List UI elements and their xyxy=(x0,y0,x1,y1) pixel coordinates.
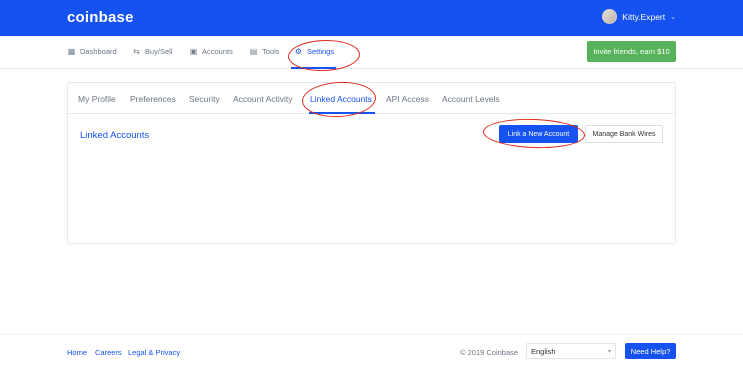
briefcase-icon: ▤ xyxy=(249,47,258,56)
footer-link-home[interactable]: Home xyxy=(67,348,87,357)
nav-accounts[interactable]: ▣ Accounts xyxy=(189,47,233,56)
footer-link-legal-privacy[interactable]: Legal & Privacy xyxy=(128,348,180,357)
language-select[interactable]: English ▾ xyxy=(526,343,616,359)
coinbase-logo[interactable]: coinbase xyxy=(67,9,134,26)
gear-icon: ⚙ xyxy=(294,47,303,56)
nav-tools[interactable]: ▤ Tools xyxy=(249,47,280,56)
top-bar: coinbase Kitty.Expert ⌄ xyxy=(0,0,743,36)
nav-settings-label: Settings xyxy=(307,47,335,56)
swap-icon: ⇆ xyxy=(133,47,140,56)
username[interactable]: Kitty.Expert xyxy=(622,12,665,22)
dashboard-icon: ▦ xyxy=(67,47,76,56)
footer-link-careers[interactable]: Careers xyxy=(95,348,122,357)
settings-tabs: My Profile Preferences Security Account … xyxy=(68,83,675,114)
tab-linked-accounts[interactable]: Linked Accounts xyxy=(310,94,372,104)
tab-security[interactable]: Security xyxy=(189,94,220,104)
settings-card: My Profile Preferences Security Account … xyxy=(67,82,676,244)
chevron-down-icon[interactable]: ⌄ xyxy=(670,13,676,21)
linked-accounts-list xyxy=(68,157,675,243)
tab-api-access[interactable]: API Access xyxy=(386,94,429,104)
nav-settings[interactable]: ⚙ Settings xyxy=(294,47,334,56)
tab-preferences[interactable]: Preferences xyxy=(130,94,176,104)
tab-account-activity[interactable]: Account Activity xyxy=(233,94,293,104)
wallet-icon: ▣ xyxy=(189,47,198,56)
invite-friends-button[interactable]: Invite friends, earn $10 xyxy=(587,41,676,62)
language-value: English xyxy=(531,346,556,356)
chevron-down-icon: ▾ xyxy=(607,348,611,355)
nav-accounts-label: Accounts xyxy=(202,47,233,56)
copyright: © 2019 Coinbase xyxy=(460,348,519,357)
manage-bank-wires-button[interactable]: Manage Bank Wires xyxy=(585,125,663,143)
need-help-button[interactable]: Need Help? xyxy=(625,343,676,359)
nav-tools-label: Tools xyxy=(262,47,280,56)
user-menu[interactable]: Kitty.Expert ⌄ xyxy=(602,9,676,24)
avatar[interactable] xyxy=(602,9,618,24)
nav-active-indicator xyxy=(291,67,336,69)
link-new-account-button[interactable]: Link a New Account xyxy=(499,125,578,143)
tab-my-profile[interactable]: My Profile xyxy=(78,94,116,104)
tab-active-indicator xyxy=(309,112,375,114)
footer: Home Careers Legal & Privacy © 2019 Coin… xyxy=(0,334,743,366)
nav-dashboard-label: Dashboard xyxy=(80,47,117,56)
nav-buy-sell-label: Buy/Sell xyxy=(145,47,173,56)
section-title: Linked Accounts xyxy=(80,130,150,141)
tab-account-levels[interactable]: Account Levels xyxy=(442,94,500,104)
nav-dashboard[interactable]: ▦ Dashboard xyxy=(67,47,117,56)
nav-buy-sell[interactable]: ⇆ Buy/Sell xyxy=(132,47,173,56)
